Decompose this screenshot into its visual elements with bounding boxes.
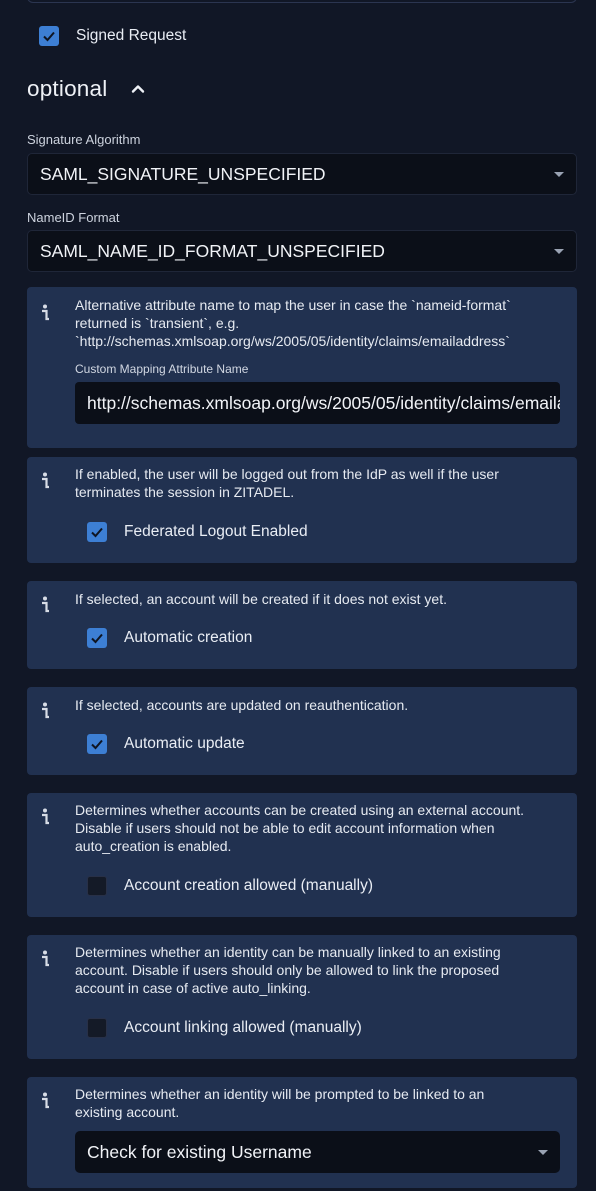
- automatic-update-checkbox[interactable]: [87, 734, 107, 754]
- account-creation-info-line: Disable if users should not be able to e…: [75, 820, 495, 836]
- info-icon: [42, 808, 49, 825]
- nameid-format-select[interactable]: SAML_NAME_ID_FORMAT_UNSPECIFIED: [27, 230, 577, 272]
- account-creation-info-line: auto_creation is enabled.: [75, 838, 232, 854]
- signature-algorithm-select[interactable]: SAML_SIGNATURE_UNSPECIFIED: [27, 153, 577, 195]
- custom-mapping-value: http://schemas.xmlsoap.org/ws/2005/05/id…: [87, 392, 560, 413]
- account-creation-label: Account creation allowed (manually): [124, 877, 373, 894]
- account-creation-checkbox-row[interactable]: Account creation allowed (manually): [87, 875, 373, 897]
- account-creation-info-line: Determines whether accounts can be creat…: [75, 802, 525, 818]
- account-linking-info-line: account in case of active auto_linking.: [75, 980, 311, 996]
- info-icon: [42, 304, 49, 321]
- signature-algorithm-value: SAML_SIGNATURE_UNSPECIFIED: [40, 163, 326, 184]
- federated-logout-checkbox-row[interactable]: Federated Logout Enabled: [87, 521, 308, 543]
- federated-logout-card: If enabled, the user will be logged out …: [27, 457, 577, 563]
- chevron-up-icon[interactable]: [129, 80, 147, 98]
- custom-mapping-info-line: returned is `transient`, e.g.: [75, 315, 240, 331]
- info-icon: [42, 472, 49, 489]
- automatic-creation-card: If selected, an account will be created …: [27, 581, 577, 669]
- checkmark-icon: [91, 527, 103, 538]
- signed-request-checkbox-row[interactable]: Signed Request: [39, 25, 186, 47]
- federated-logout-label: Federated Logout Enabled: [124, 523, 308, 540]
- account-creation-checkbox[interactable]: [87, 876, 107, 896]
- account-linking-checkbox-row[interactable]: Account linking allowed (manually): [87, 1017, 362, 1039]
- auto-linking-value: Check for existing Username: [87, 1141, 312, 1162]
- automatic-creation-label: Automatic creation: [124, 629, 253, 646]
- auto-linking-select[interactable]: Check for existing Username: [75, 1131, 560, 1173]
- auto-linking-info-line: existing account.: [75, 1104, 180, 1120]
- custom-mapping-field-label: Custom Mapping Attribute Name: [75, 362, 249, 376]
- dropdown-caret-icon: [554, 248, 564, 254]
- custom-mapping-info-line: `http://schemas.xmlsoap.org/ws/2005/05/i…: [75, 333, 510, 349]
- checkmark-icon: [91, 633, 103, 644]
- federated-logout-info-line: If enabled, the user will be logged out …: [75, 466, 499, 482]
- automatic-update-card: If selected, accounts are updated on rea…: [27, 687, 577, 775]
- automatic-update-checkbox-row[interactable]: Automatic update: [87, 733, 245, 755]
- dropdown-caret-icon: [538, 1149, 548, 1155]
- info-icon: [42, 1092, 49, 1109]
- signed-request-label: Signed Request: [76, 27, 187, 44]
- nameid-format-label: NameID Format: [27, 210, 120, 225]
- automatic-creation-checkbox[interactable]: [87, 628, 107, 648]
- info-icon: [42, 596, 49, 613]
- optional-section-toggle[interactable]: optional: [27, 76, 147, 102]
- account-linking-card: Determines whether an identity can be ma…: [27, 935, 577, 1059]
- account-linking-info-line: Determines whether an identity can be ma…: [75, 944, 501, 960]
- custom-mapping-input[interactable]: http://schemas.xmlsoap.org/ws/2005/05/id…: [75, 382, 560, 424]
- dropdown-caret-icon: [554, 171, 564, 177]
- automatic-creation-info-line: If selected, an account will be created …: [75, 591, 447, 607]
- optional-section-title: optional: [27, 76, 108, 101]
- account-linking-label: Account linking allowed (manually): [124, 1019, 362, 1036]
- info-icon: [42, 702, 49, 719]
- info-icon: [42, 950, 49, 967]
- signature-algorithm-label: Signature Algorithm: [27, 132, 141, 147]
- nameid-format-value: SAML_NAME_ID_FORMAT_UNSPECIFIED: [40, 240, 385, 261]
- automatic-update-info-line: If selected, accounts are updated on rea…: [75, 697, 409, 713]
- account-linking-checkbox[interactable]: [87, 1018, 107, 1038]
- auto-linking-info-line: Determines whether an identity will be p…: [75, 1086, 485, 1102]
- federated-logout-info-line: terminates the session in ZITADEL.: [75, 484, 295, 500]
- checkmark-icon: [91, 739, 103, 750]
- federated-logout-checkbox[interactable]: [87, 522, 107, 542]
- previous-card-edge: [27, 0, 577, 3]
- signed-request-checkbox[interactable]: [39, 26, 59, 46]
- account-linking-info-line: account. Disable if users should only be…: [75, 962, 500, 978]
- checkmark-icon: [43, 31, 55, 42]
- custom-mapping-info-line: Alternative attribute name to map the us…: [75, 297, 511, 313]
- custom-mapping-card: Alternative attribute name to map the us…: [27, 287, 577, 448]
- auto-linking-card: Determines whether an identity will be p…: [27, 1077, 577, 1188]
- account-creation-card: Determines whether accounts can be creat…: [27, 793, 577, 917]
- automatic-update-label: Automatic update: [124, 735, 245, 752]
- automatic-creation-checkbox-row[interactable]: Automatic creation: [87, 627, 252, 649]
